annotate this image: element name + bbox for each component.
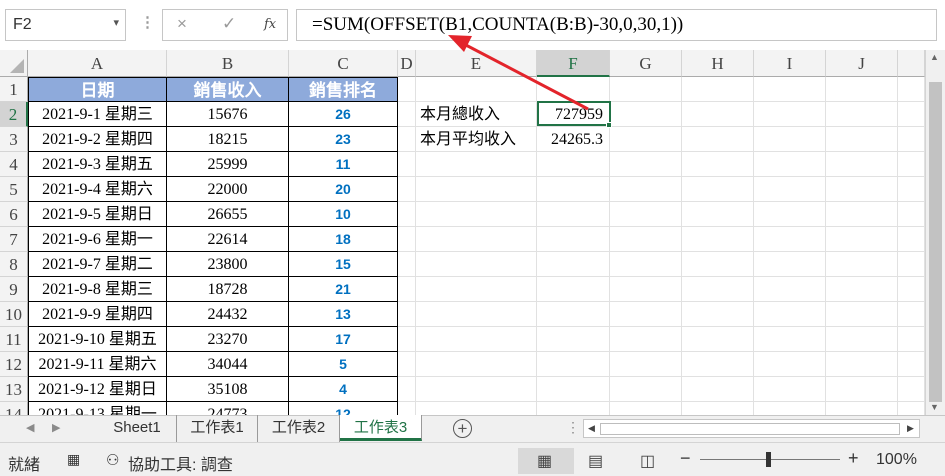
- status-bar: 就緒 ▦ ⚇ 協助工具: 調查 ▦ ▤ ◫ − + 100%: [0, 442, 945, 476]
- page-layout-icon[interactable]: ▤: [588, 451, 603, 471]
- sheet-tab-1[interactable]: Sheet1: [98, 415, 177, 442]
- add-sheet-button[interactable]: +: [453, 419, 472, 438]
- next-sheet-icon[interactable]: ▶: [52, 421, 60, 434]
- arrow-head: [448, 35, 472, 52]
- arrow-shaft: [461, 41, 589, 111]
- zoom-in-button[interactable]: +: [848, 448, 859, 469]
- zoom-out-button[interactable]: −: [680, 448, 691, 469]
- tab-splitter-icon[interactable]: ⋮: [566, 419, 580, 436]
- horizontal-scroll-thumb[interactable]: [600, 423, 900, 435]
- sheet-tab-2[interactable]: 工作表1: [177, 415, 258, 442]
- scroll-right-icon[interactable]: ▶: [907, 423, 914, 434]
- scroll-left-icon[interactable]: ◀: [588, 423, 595, 434]
- sheet-tab-3[interactable]: 工作表2: [258, 415, 340, 442]
- zoom-slider-thumb[interactable]: [766, 452, 771, 467]
- macro-record-icon[interactable]: ▦: [67, 451, 80, 468]
- accessibility-status[interactable]: 協助工具: 調查: [128, 451, 233, 475]
- page-break-preview-icon[interactable]: ◫: [640, 451, 655, 471]
- sheet-tab-4[interactable]: 工作表3: [340, 415, 422, 441]
- annotation-arrow: [448, 35, 589, 111]
- accessibility-icon[interactable]: ⚇: [106, 451, 119, 469]
- horizontal-scrollbar[interactable]: ◀ ▶: [583, 419, 920, 438]
- ready-status: 就緒: [8, 457, 41, 474]
- zoom-level[interactable]: 100%: [876, 451, 917, 469]
- normal-view-icon: ▦: [537, 453, 553, 470]
- prev-sheet-icon[interactable]: ◀: [26, 421, 34, 434]
